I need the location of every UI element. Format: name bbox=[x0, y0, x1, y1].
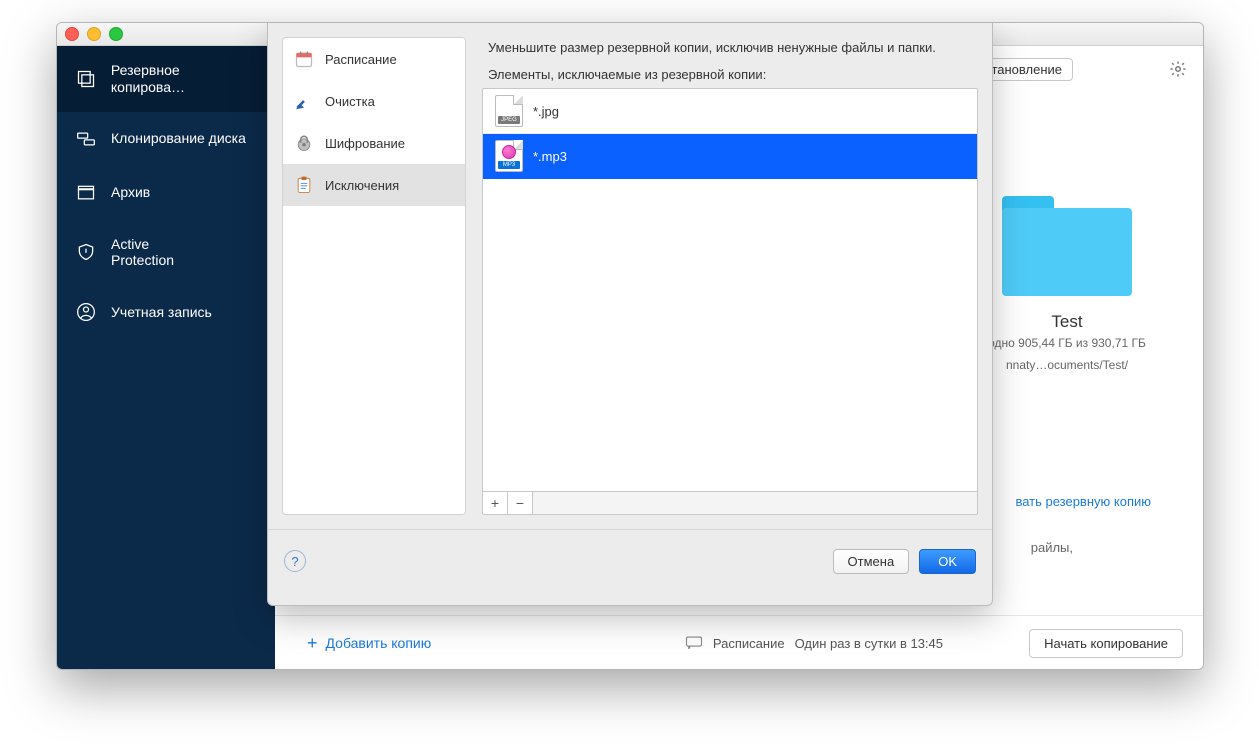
settings-item-schedule[interactable]: Расписание bbox=[283, 38, 465, 80]
cancel-button[interactable]: Отмена bbox=[833, 549, 910, 574]
exclusions-subtitle: Элементы, исключаемые из резервной копии… bbox=[488, 67, 972, 82]
settings-dialog: Расписание Очистка Шифрование bbox=[267, 23, 993, 606]
settings-item-exclusions[interactable]: Исключения bbox=[283, 164, 465, 206]
calendar-icon bbox=[293, 48, 315, 70]
sidebar-item-label: Резервное копирова… bbox=[111, 62, 257, 96]
settings-item-cleanup[interactable]: Очистка bbox=[283, 80, 465, 122]
exclusion-row[interactable]: MP3 *.mp3 bbox=[483, 134, 977, 179]
zoom-window-button[interactable] bbox=[109, 27, 123, 41]
remove-exclusion-button[interactable]: − bbox=[508, 492, 533, 514]
clipboard-icon bbox=[293, 174, 315, 196]
exclusion-row[interactable]: JPEG *.jpg bbox=[483, 89, 977, 134]
help-button[interactable]: ? bbox=[284, 550, 306, 572]
file-tag: MP3 bbox=[498, 161, 520, 169]
settings-item-label: Исключения bbox=[325, 178, 399, 193]
disks-icon bbox=[75, 128, 97, 150]
archive-icon bbox=[75, 182, 97, 204]
minimize-window-button[interactable] bbox=[87, 27, 101, 41]
sidebar-item-label: Учетная запись bbox=[111, 304, 212, 321]
settings-item-label: Очистка bbox=[325, 94, 375, 109]
exclusions-pane: Уменьшите размер резервной копии, исключ… bbox=[482, 37, 978, 515]
exclusions-description: Уменьшите размер резервной копии, исключ… bbox=[488, 39, 972, 57]
sidebar-item-label: Архив bbox=[111, 184, 150, 201]
app-window: Acronis True Image Резервное копирова… К… bbox=[56, 22, 1204, 670]
settings-item-label: Шифрование bbox=[325, 136, 405, 151]
jpeg-file-icon: JPEG bbox=[495, 95, 523, 127]
exclusion-pattern: *.mp3 bbox=[533, 149, 567, 164]
exclusion-pattern: *.jpg bbox=[533, 104, 559, 119]
user-icon bbox=[75, 301, 97, 323]
sidebar-item-archive[interactable]: Архив bbox=[57, 166, 275, 220]
close-window-button[interactable] bbox=[65, 27, 79, 41]
sidebar-item-label: Клонирование диска bbox=[111, 130, 246, 147]
nav-sidebar: Резервное копирова… Клонирование диска А… bbox=[57, 46, 275, 670]
exclusions-footer: + − bbox=[483, 491, 977, 514]
sidebar-item-active-protection[interactable]: Active Protection bbox=[57, 220, 275, 286]
settings-category-list: Расписание Очистка Шифрование bbox=[282, 37, 466, 515]
stack-icon bbox=[75, 68, 97, 90]
shield-icon bbox=[75, 241, 97, 263]
file-tag: JPEG bbox=[498, 116, 520, 124]
sidebar-item-clone[interactable]: Клонирование диска bbox=[57, 112, 275, 166]
broom-icon bbox=[293, 90, 315, 112]
window-controls bbox=[65, 27, 123, 41]
mp3-file-icon: MP3 bbox=[495, 140, 523, 172]
sidebar-item-label: Active Protection bbox=[111, 236, 174, 270]
add-exclusion-button[interactable]: + bbox=[483, 492, 508, 514]
settings-item-label: Расписание bbox=[325, 52, 397, 67]
exclusions-list[interactable]: JPEG *.jpg MP3 *.mp3 bbox=[483, 89, 977, 491]
exclusions-box: JPEG *.jpg MP3 *.mp3 bbox=[482, 88, 978, 515]
ok-button[interactable]: OK bbox=[919, 549, 976, 574]
lock-icon bbox=[293, 132, 315, 154]
settings-item-encryption[interactable]: Шифрование bbox=[283, 122, 465, 164]
sidebar-item-account[interactable]: Учетная запись bbox=[57, 285, 275, 339]
sidebar-item-backup[interactable]: Резервное копирова… bbox=[57, 46, 275, 112]
dialog-footer: ? Отмена OK bbox=[268, 529, 992, 592]
